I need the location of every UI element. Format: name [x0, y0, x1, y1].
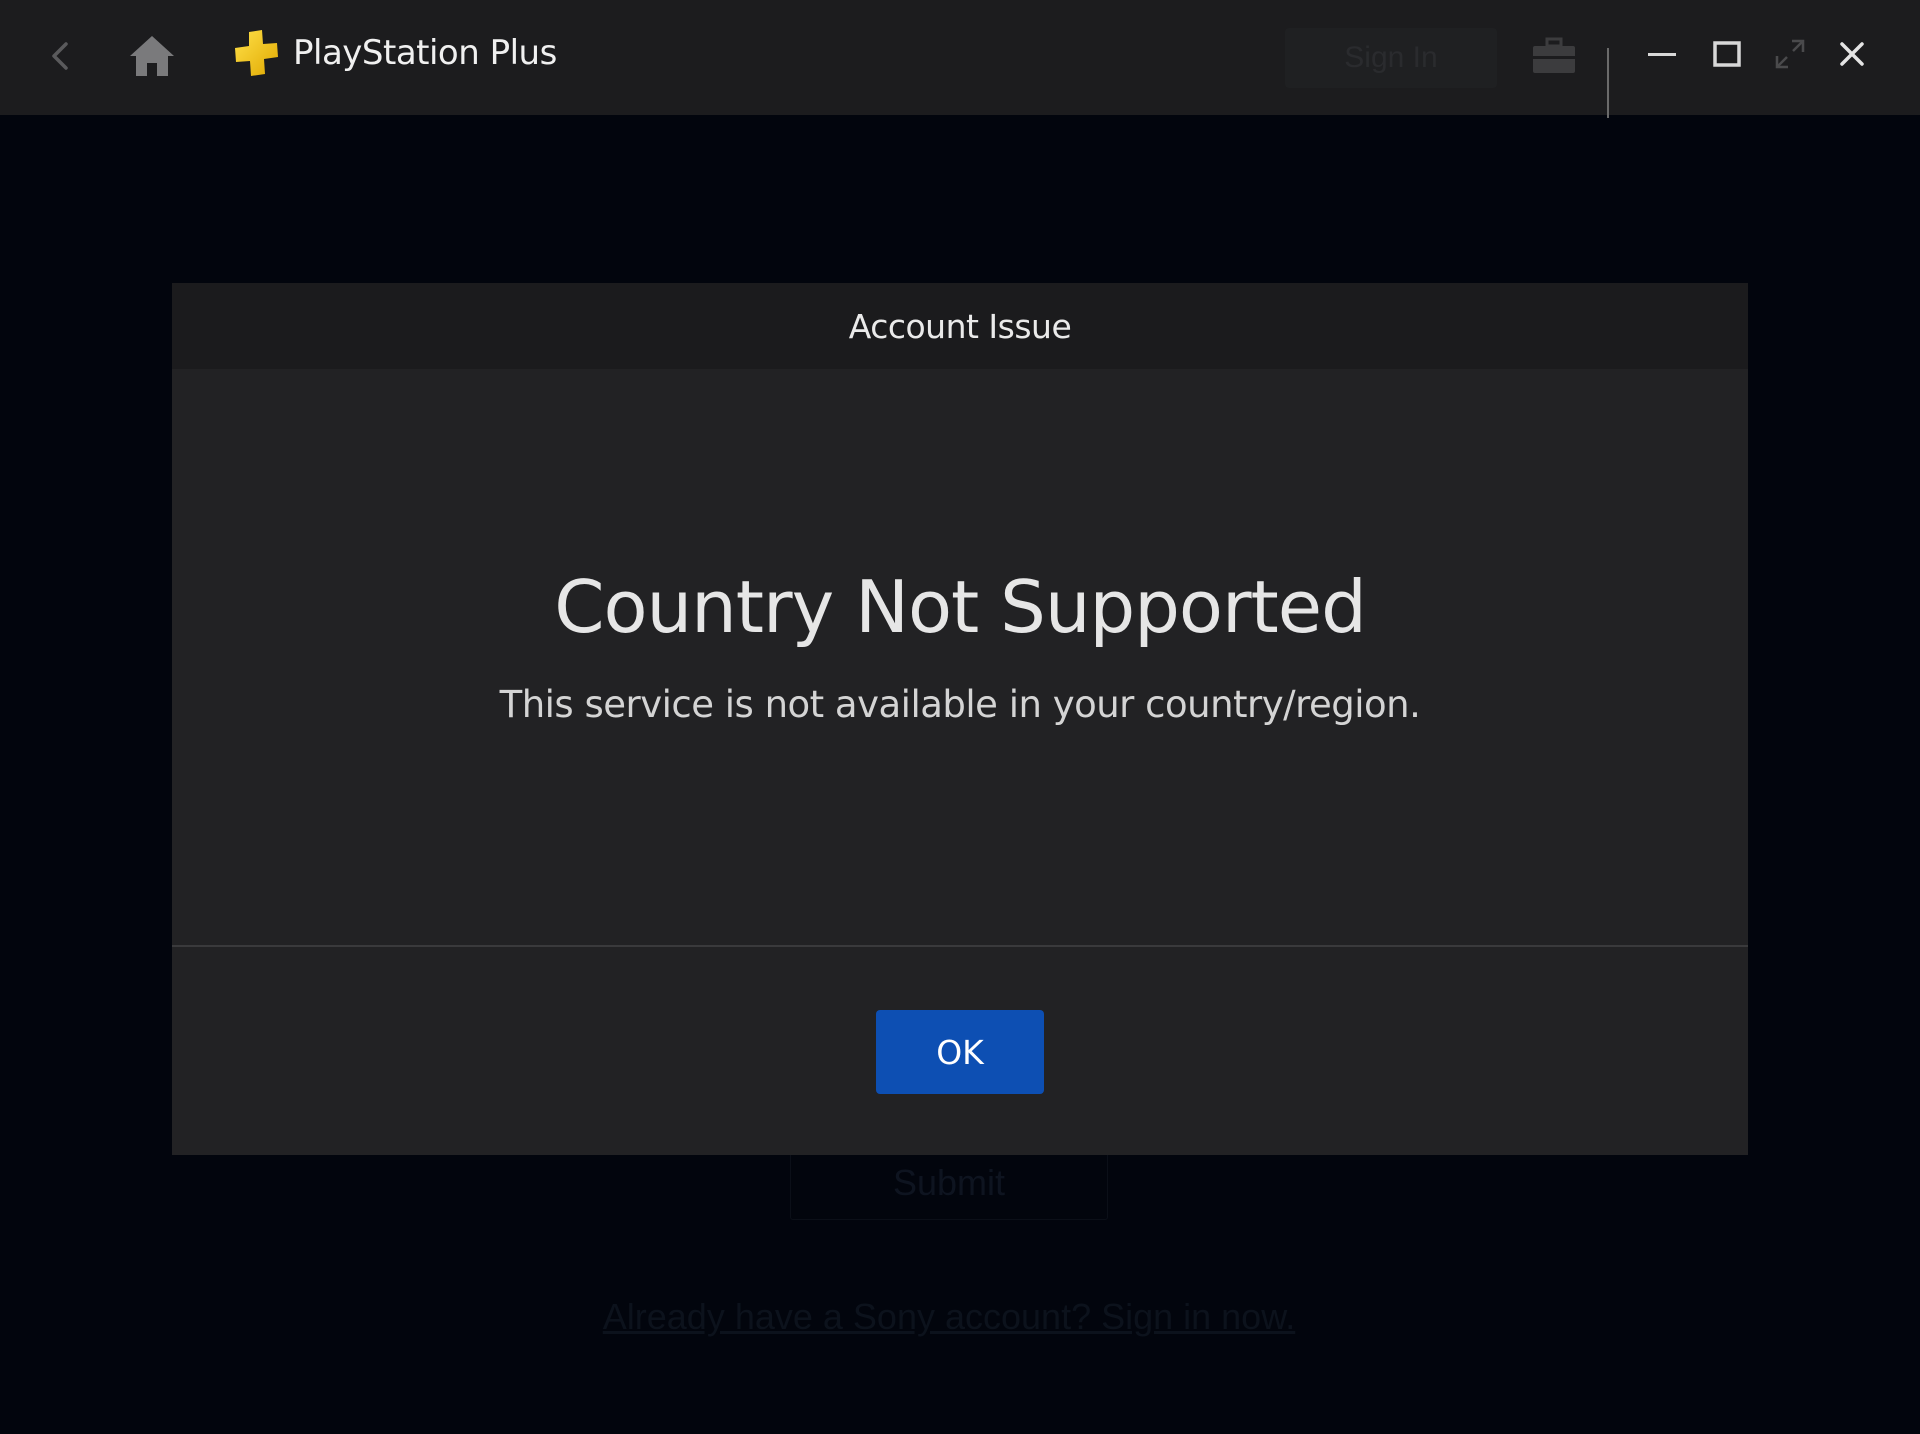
- chevron-left-icon: [52, 42, 68, 70]
- back-button[interactable]: [40, 30, 80, 82]
- background-sign-in-link: Already have a Sony account? Sign in now…: [602, 1296, 1296, 1337]
- toolbox-button[interactable]: [1528, 32, 1580, 80]
- title-bar: PlayStation Plus Sign In: [0, 0, 1920, 118]
- close-icon: [1840, 42, 1864, 66]
- close-button[interactable]: [1830, 28, 1874, 80]
- home-icon: [130, 36, 174, 76]
- background-submit-button: Submit: [790, 1146, 1108, 1220]
- fullscreen-icon: [1775, 39, 1805, 69]
- maximize-icon: [1713, 41, 1741, 67]
- playstation-plus-app: PlayStation Plus Sign In Submit Already …: [0, 0, 1920, 1434]
- sign-in-button[interactable]: Sign In: [1285, 28, 1497, 88]
- dialog-header-title: Account Issue: [848, 306, 1072, 346]
- briefcase-icon: [1533, 37, 1575, 73]
- fullscreen-button[interactable]: [1768, 28, 1812, 80]
- minimize-icon: [1648, 53, 1676, 56]
- dialog-divider: [172, 945, 1748, 947]
- dialog-header: Account Issue: [172, 283, 1748, 369]
- playstation-plus-logo: [235, 30, 278, 76]
- app-title: PlayStation Plus: [293, 33, 557, 73]
- minimize-button[interactable]: [1640, 28, 1684, 80]
- ok-button[interactable]: OK: [876, 1010, 1044, 1094]
- dialog-message: This service is not available in your co…: [499, 683, 1421, 726]
- dialog-heading: Country Not Supported: [554, 565, 1367, 649]
- maximize-button[interactable]: [1705, 28, 1749, 80]
- account-issue-dialog: Account Issue Country Not Supported This…: [172, 283, 1748, 1155]
- title-bar-divider: [1607, 48, 1609, 118]
- home-button[interactable]: [122, 28, 182, 84]
